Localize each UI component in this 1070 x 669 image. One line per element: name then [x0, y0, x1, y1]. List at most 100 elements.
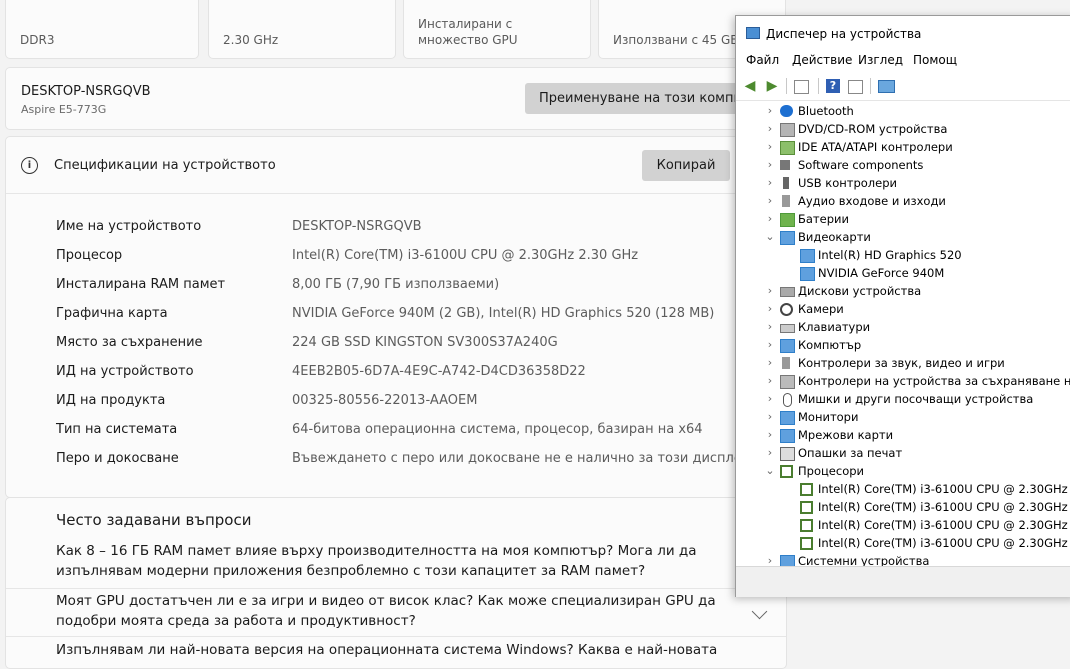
spec-card-cpu-speed: 2.30 GHz [208, 0, 396, 59]
chevron-right-icon[interactable]: › [764, 300, 776, 318]
menu-action[interactable]: Действие [792, 53, 852, 67]
spec-value: DESKTOP-NSRGQVB [292, 219, 422, 234]
tree-node-label: Аудио входове и изходи [798, 194, 946, 208]
tree-node-label: Мрежови карти [798, 428, 894, 442]
card-value: DDR3 [20, 33, 55, 47]
device-manager-window: Диспечер на устройства Файл Действие Изг… [735, 15, 1070, 597]
spec-key: Процесор [56, 248, 123, 263]
device-specs-header[interactable]: i Спецификации на устройството Копирай [6, 137, 786, 194]
chevron-right-icon[interactable]: › [764, 174, 776, 192]
chevron-right-icon[interactable]: › [764, 372, 776, 390]
spec-value: 64-битова операционна система, процесор,… [292, 422, 703, 437]
chevron-right-icon[interactable]: › [764, 444, 776, 462]
tree-node-label: Контролери на устройства за съхраняване … [798, 374, 1070, 388]
chevron-right-icon[interactable]: › [764, 156, 776, 174]
tree-node-label: Intel(R) HD Graphics 520 [818, 248, 962, 262]
disk-drive-icon [780, 287, 795, 297]
properties-icon[interactable] [794, 80, 809, 94]
info-icon: i [21, 157, 38, 174]
menu-view[interactable]: Изглед [858, 53, 903, 67]
chevron-right-icon[interactable]: › [764, 120, 776, 138]
monitor-icon [780, 411, 795, 425]
tree-node-label: DVD/CD-ROM устройства [798, 122, 948, 136]
spec-value: NVIDIA GeForce 940M (2 GB), Intel(R) HD … [292, 306, 715, 321]
chevron-right-icon[interactable]: › [764, 192, 776, 210]
card-value: Инсталирани с множество GPU [418, 17, 518, 47]
menu-file[interactable]: Файл [746, 53, 779, 67]
chevron-right-icon[interactable]: › [764, 552, 776, 566]
tree-node-label: Компютър [798, 338, 862, 352]
chevron-down-icon[interactable]: ⌄ [764, 462, 776, 480]
software-component-icon [780, 160, 790, 170]
spec-key: Име на устройството [56, 219, 202, 234]
chevron-right-icon[interactable]: › [764, 426, 776, 444]
toolbar-separator [870, 78, 871, 94]
device-specs-title: Спецификации на устройството [54, 158, 276, 173]
device-model: Aspire E5-773G [21, 103, 107, 116]
copy-specs-button[interactable]: Копирай [642, 150, 730, 181]
window-titlebar[interactable]: Диспечер на устройства [736, 16, 1070, 50]
spec-value: 224 GB SSD KINGSTON SV300S37A240G [292, 335, 558, 350]
faq-question[interactable]: Изпълнявам ли най-новата версия на опера… [56, 640, 736, 660]
tree-node-label: Мишки и други посочващи устройства [798, 392, 1034, 406]
card-value: 2.30 GHz [223, 33, 279, 47]
chevron-right-icon[interactable]: › [764, 354, 776, 372]
forward-arrow-icon[interactable]: ▶ [764, 78, 780, 94]
faq-question[interactable]: Как 8 – 16 ГБ RAM памет влияе върху прои… [56, 541, 736, 581]
printer-icon [780, 447, 795, 461]
chevron-right-icon[interactable]: › [764, 102, 776, 120]
faq-title: Често задавани въпроси [56, 511, 252, 529]
spec-key: ИД на продукта [56, 393, 166, 408]
chevron-right-icon[interactable]: › [764, 408, 776, 426]
chevron-right-icon[interactable]: › [764, 318, 776, 336]
chevron-right-icon[interactable]: › [764, 210, 776, 228]
camera-icon [780, 303, 793, 316]
spec-key: Перо и докосване [56, 451, 179, 466]
chevron-down-icon[interactable] [751, 603, 768, 620]
tree-node-label: Дискови устройства [798, 284, 922, 298]
tree-node-label: Монитори [798, 410, 859, 424]
dvd-icon [780, 123, 795, 137]
chevron-right-icon[interactable]: › [764, 138, 776, 156]
menu-bar: Файл Действие Изглед Помощ [736, 50, 1070, 72]
help-icon[interactable]: ? [826, 79, 840, 93]
chevron-right-icon[interactable]: › [764, 282, 776, 300]
chevron-down-icon[interactable]: ⌄ [764, 228, 776, 246]
computer-icon [780, 339, 795, 353]
processor-icon [800, 483, 813, 496]
spec-value: Intel(R) Core(TM) i3-6100U CPU @ 2.30GHz… [292, 248, 639, 263]
tree-node-label: Камери [798, 302, 844, 316]
device-name: DESKTOP-NSRGQVB [21, 84, 151, 99]
tree-node-label: Intel(R) Core(TM) i3-6100U CPU @ 2.30GHz [818, 500, 1068, 514]
spec-value: 8,00 ГБ (7,90 ГБ използваеми) [292, 277, 500, 292]
spec-key: ИД на устройството [56, 364, 194, 379]
divider [6, 636, 786, 637]
tree-node-label: Процесори [798, 464, 865, 478]
spec-value: Въвеждането с перо или докосване не е на… [292, 451, 751, 466]
chevron-right-icon[interactable]: › [764, 390, 776, 408]
system-device-icon [780, 555, 795, 566]
back-arrow-icon[interactable]: ◀ [742, 78, 758, 94]
spec-card-gpu: Инсталирани с множество GPU [403, 0, 591, 59]
menu-help[interactable]: Помощ [913, 53, 957, 67]
processor-icon [800, 519, 813, 532]
spec-key: Инсталирана RAM памет [56, 277, 226, 292]
toolbar-separator [786, 78, 787, 94]
faq-question[interactable]: Моят GPU достатъчен ли е за игри и видео… [56, 591, 736, 631]
chevron-right-icon[interactable]: › [764, 336, 776, 354]
ide-controller-icon [780, 141, 795, 155]
mouse-icon [783, 393, 792, 407]
scan-hardware-icon[interactable] [878, 80, 895, 93]
spec-key: Тип на системата [56, 422, 178, 437]
device-specs-panel: i Спецификации на устройството Копирай И… [5, 136, 787, 498]
display-adapter-icon [780, 231, 795, 245]
update-driver-icon[interactable] [848, 80, 863, 94]
spec-key: Място за съхранение [56, 335, 203, 350]
spec-card-ram-type: DDR3 [5, 0, 199, 59]
sound-icon [782, 357, 790, 369]
speaker-icon [782, 195, 790, 207]
tree-node-label: Видеокарти [798, 230, 871, 244]
tree-node-label: Intel(R) Core(TM) i3-6100U CPU @ 2.30GHz [818, 518, 1068, 532]
battery-icon [780, 213, 795, 227]
display-adapter-icon [800, 267, 815, 281]
